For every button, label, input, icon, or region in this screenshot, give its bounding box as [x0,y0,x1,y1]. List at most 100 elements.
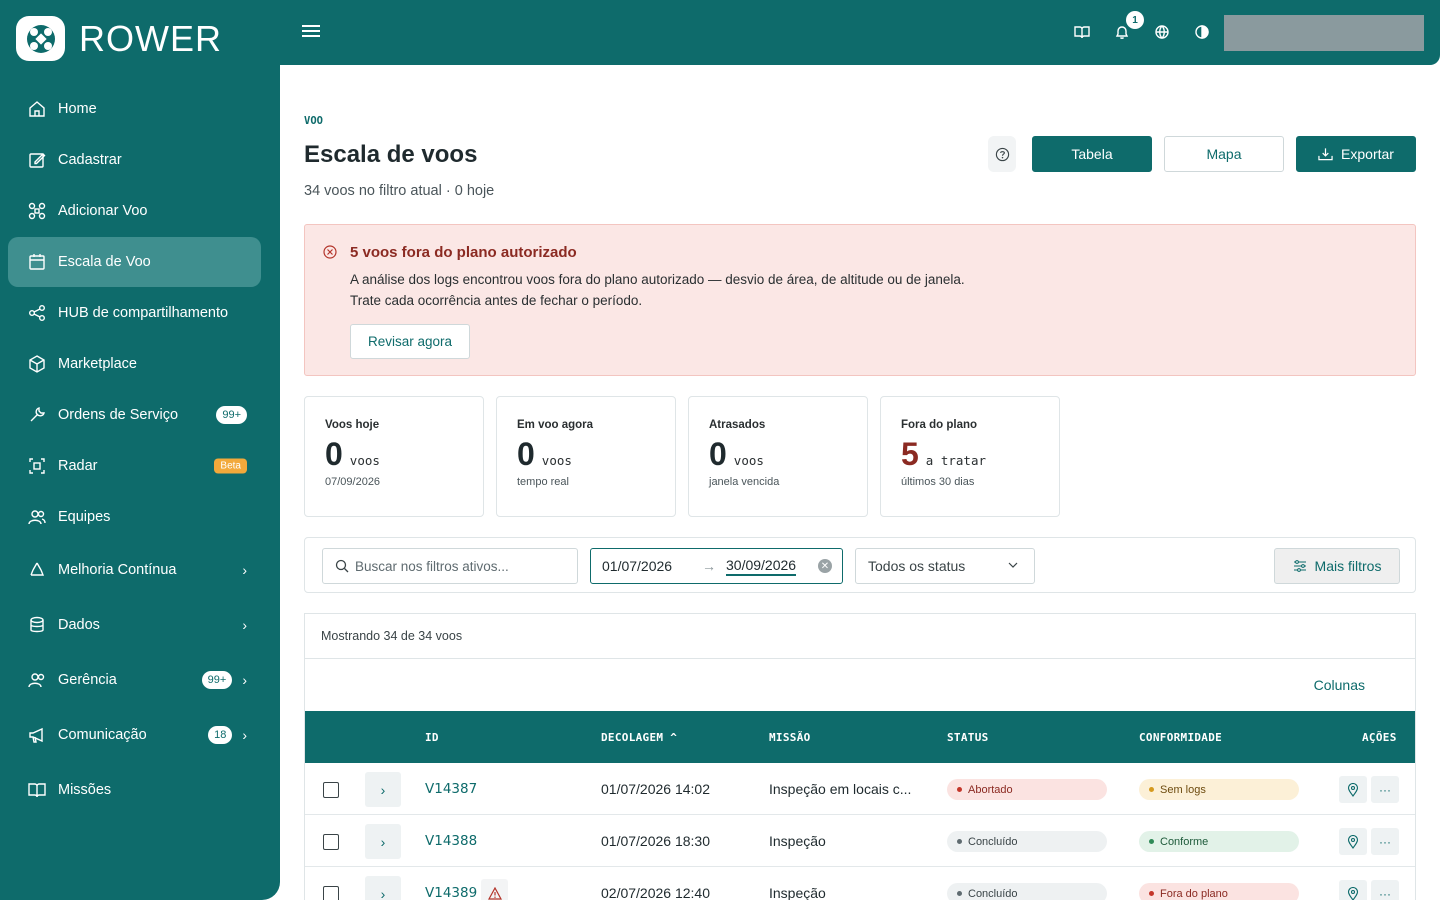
search-input[interactable] [355,558,565,574]
sidebar-item-equipes[interactable]: Equipes [8,492,261,542]
user-profile-placeholder[interactable] [1224,15,1424,51]
wrench-icon [28,406,46,424]
page-title: Escala de voos [304,141,478,168]
sliders-icon [1293,560,1306,572]
out-of-plan-alert: 5 voos fora do plano autorizado A anális… [304,224,1416,376]
chevron-right-icon: › [242,562,247,578]
search-field[interactable] [322,548,578,584]
column-header-takeoff[interactable]: DECOLAGEM ^ [601,731,677,744]
map-pin-icon[interactable] [1339,776,1367,803]
sidebar-item-missoes[interactable]: Missões [8,763,261,817]
users-icon [28,508,46,526]
filters-bar: 01/07/2026 → 30/09/2026 ✕ Todos os statu… [304,537,1416,593]
edit-icon [28,151,46,169]
radar-icon [28,457,46,475]
book-icon[interactable] [1074,24,1090,40]
warning-triangle-icon [481,879,508,900]
sidebar-item-label: Radar [58,458,98,474]
row-checkbox[interactable] [323,886,339,900]
table-row[interactable]: › V14388 01/07/2026 18:30 Inspeção Concl… [305,815,1415,867]
expand-row-icon[interactable]: › [365,824,401,859]
sidebar-item-radar[interactable]: Radar Beta [8,441,261,491]
map-view-button[interactable]: Mapa [1164,136,1284,172]
search-icon [335,559,349,573]
takeoff-cell: 02/07/2026 12:40 [601,885,710,900]
flight-id-link[interactable]: V14387 [425,781,477,797]
table-row[interactable]: › V14387 01/07/2026 14:02 Inspeção em lo… [305,763,1415,815]
chevron-right-icon: › [242,617,247,633]
hamburger-menu-icon[interactable] [302,22,320,40]
flight-id-link[interactable]: V14389 [425,885,477,900]
map-pin-icon[interactable] [1339,880,1367,900]
stat-label: Voos hoje [325,419,380,431]
sidebar-item-label: Adicionar Voo [58,203,148,219]
stat-label: Fora do plano [901,419,978,431]
expand-row-icon[interactable]: › [365,876,401,900]
sidebar-item-escala-de-voo[interactable]: Escala de Voo [8,237,261,287]
contrast-icon[interactable] [1194,24,1210,40]
clear-date-icon[interactable]: ✕ [818,559,832,573]
more-actions-icon[interactable]: ··· [1371,880,1399,900]
row-checkbox[interactable] [323,782,339,798]
expand-row-icon[interactable]: › [365,772,401,807]
column-header-mission[interactable]: MISSÃO [769,731,811,744]
sidebar-item-ordens-de-servico[interactable]: Ordens de Serviço 99+ [8,390,261,440]
review-now-button[interactable]: Revisar agora [350,324,470,359]
status-select[interactable]: Todos os status [855,548,1035,584]
export-button-label: Exportar [1341,146,1394,162]
status-badge-label: Concluído [968,835,1018,848]
sidebar-item-home[interactable]: Home [8,84,261,134]
help-icon[interactable] [988,136,1016,172]
stat-sub: janela vencida [709,476,780,488]
sidebar-item-comunicacao[interactable]: Comunicação 18 › [8,708,261,762]
column-header-id[interactable]: ID [425,731,439,744]
table-view-button[interactable]: Tabela [1032,136,1152,172]
sidebar-item-gerencia[interactable]: Gerência 99+ › [8,653,261,707]
export-button[interactable]: Exportar [1296,136,1416,172]
page-eyebrow: VOO [304,115,323,127]
calendar-icon [28,253,46,271]
sidebar-item-cadastrar[interactable]: Cadastrar [8,135,261,185]
row-checkbox[interactable] [323,834,339,850]
compliance-badge: Conforme [1139,831,1299,852]
globe-icon[interactable] [1154,24,1170,40]
sidebar-item-marketplace[interactable]: Marketplace [8,339,261,389]
error-circle-icon [323,245,337,259]
chevron-down-icon [1008,562,1018,568]
column-header-status[interactable]: STATUS [947,731,989,744]
date-end[interactable]: 30/09/2026 [726,557,797,576]
flights-table-card: Mostrando 34 de 34 voos Colunas ID DECOL… [304,613,1416,900]
compliance-badge: Fora do plano [1139,883,1299,900]
column-header-compliance[interactable]: CONFORMIDADE [1139,731,1222,744]
more-actions-icon[interactable]: ··· [1371,828,1399,855]
column-header-label: DECOLAGEM [601,731,664,744]
sort-ascending-icon: ^ [670,731,678,744]
status-badge: Abortado [947,779,1107,800]
chevron-right-icon: › [242,672,247,688]
stat-card-fora-do-plano[interactable]: Fora do plano 5 a tratar últimos 30 dias [880,396,1060,517]
date-range-picker[interactable]: 01/07/2026 → 30/09/2026 ✕ [590,548,843,584]
sidebar-item-label: Comunicação [58,727,147,743]
sidebar-item-adicionar-voo[interactable]: Adicionar Voo [8,186,261,236]
sidebar-item-melhoria-continua[interactable]: Melhoria Contínua › [8,543,261,597]
download-icon [1318,148,1333,161]
takeoff-cell: 01/07/2026 14:02 [601,781,710,797]
sidebar-item-label: Cadastrar [58,152,122,168]
bell-icon[interactable] [1114,24,1130,40]
more-actions-icon[interactable]: ··· [1371,776,1399,803]
status-badge-label: Concluído [968,887,1018,900]
stat-value: 0 [517,436,535,472]
sidebar-item-label: Missões [58,782,112,798]
more-filters-button[interactable]: Mais filtros [1274,548,1400,584]
map-pin-icon[interactable] [1339,828,1367,855]
compliance-badge-label: Conforme [1160,835,1209,848]
sidebar-item-dados[interactable]: Dados › [8,598,261,652]
flight-id-link[interactable]: V14388 [425,833,477,849]
drone-icon [28,202,46,220]
table-row[interactable]: › V14389 02/07/2026 12:40 Inspeção Concl… [305,867,1415,900]
count-badge: 18 [208,726,233,744]
columns-link[interactable]: Colunas [1314,677,1365,693]
brand[interactable]: ROWER [16,16,222,61]
sidebar-item-hub[interactable]: HUB de compartilhamento [8,288,261,338]
date-start[interactable]: 01/07/2026 [602,558,702,574]
